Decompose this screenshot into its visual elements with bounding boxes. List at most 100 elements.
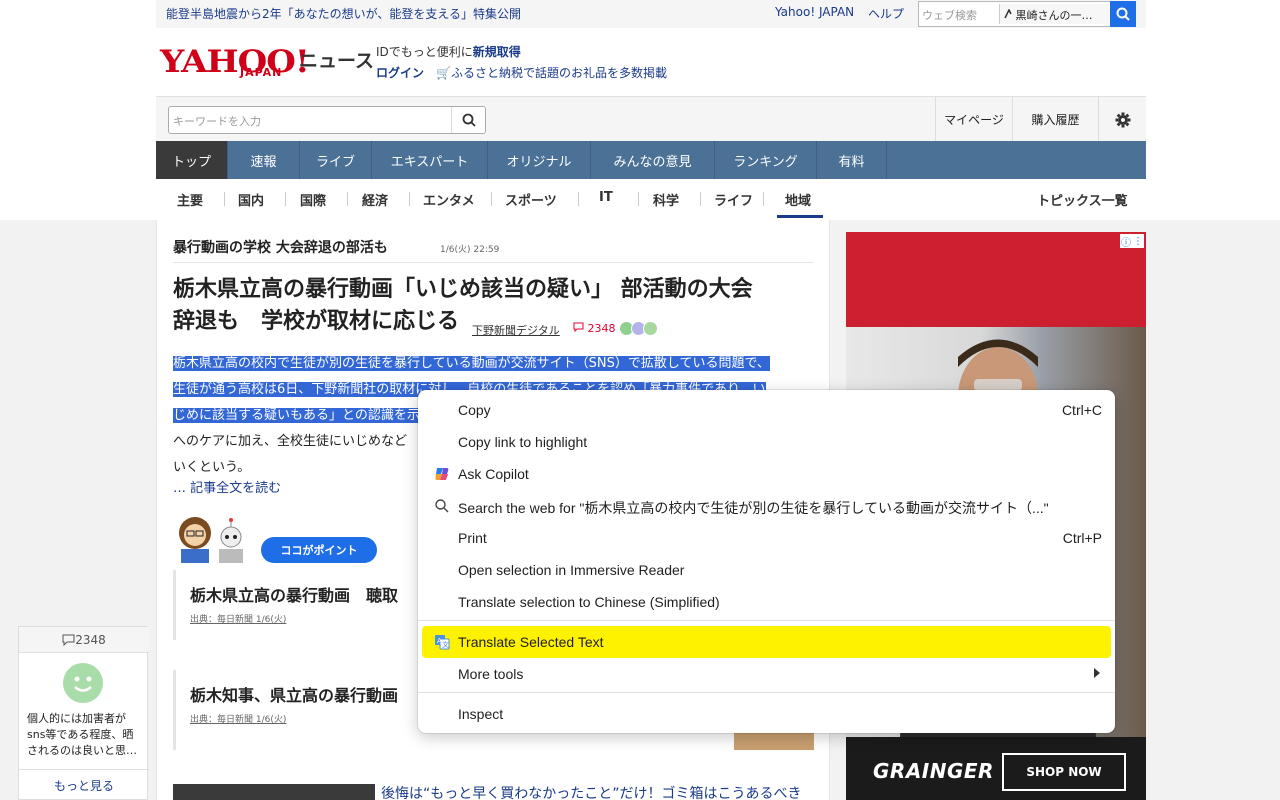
masthead: YAHOO! JAPAN ニュース IDでもっと便利に新規取得 ログイン 🛒ふる… bbox=[156, 28, 1146, 96]
ad-red-band bbox=[846, 232, 1146, 327]
gear-icon bbox=[1115, 112, 1130, 127]
cat-it[interactable]: IT bbox=[599, 190, 613, 205]
menu-item-translate-selected-text[interactable]: A文 Translate Selected Text bbox=[422, 626, 1111, 658]
menu-item-copy[interactable]: Copy Ctrl+C bbox=[422, 394, 1111, 426]
promo-article-link[interactable]: 後悔は“もっと早く買わなかったこと”だけ！ゴミ箱はこうあるべき bbox=[381, 783, 802, 800]
search-icon bbox=[462, 113, 476, 127]
web-search-button[interactable] bbox=[1110, 1, 1136, 27]
category-nav: 主要 国内 国際 経済 エンタメ スポーツ IT 科学 ライフ 地域 トピックス… bbox=[156, 179, 1146, 219]
menu-item-translate-chinese[interactable]: Translate selection to Chinese (Simplifi… bbox=[422, 586, 1111, 618]
selected-text-line: じめに該当する疑いもある」との認識を示 bbox=[173, 408, 420, 423]
gnav-original[interactable]: オリジナル bbox=[488, 141, 591, 179]
article-source[interactable]: 下野新聞デジタル bbox=[472, 322, 560, 338]
settings-button[interactable] bbox=[1098, 97, 1146, 142]
menu-item-print[interactable]: Print Ctrl+P bbox=[422, 522, 1111, 554]
comment-count[interactable]: 2348 bbox=[573, 322, 616, 335]
divider bbox=[700, 192, 701, 206]
cat-world[interactable]: 国際 bbox=[300, 190, 326, 209]
cat-main[interactable]: 主要 bbox=[177, 190, 203, 209]
menu-item-search-web[interactable]: Search the web for "栃木県立高の校内で生徒が別の生徒を暴行し… bbox=[422, 490, 1111, 522]
menu-item-label: Print bbox=[458, 530, 487, 546]
cat-economy[interactable]: 経済 bbox=[362, 190, 388, 209]
related-title: 栃木知事、県立高の暴行動画 bbox=[190, 686, 399, 705]
cat-entertainment[interactable]: エンタメ bbox=[423, 190, 475, 209]
cat-local[interactable]: 地域 bbox=[785, 190, 811, 209]
topic-title[interactable]: 暴行動画の学校 大会辞退の部活も bbox=[173, 237, 388, 257]
divider bbox=[491, 192, 492, 206]
divider bbox=[285, 192, 286, 206]
menu-item-label: Search the web for "栃木県立高の校内で生徒が別の生徒を暴行し… bbox=[458, 500, 1049, 516]
purchase-history-link[interactable]: 購入履歴 bbox=[1012, 97, 1098, 142]
comment-widget: 2348 個人的には加害者がsns等である程度、晒されるのは良いと思… もっと見… bbox=[18, 626, 149, 800]
happy-face-icon bbox=[643, 321, 658, 336]
trend-word[interactable]: 黒崎さんの一… bbox=[999, 4, 1109, 24]
menu-item-label: Translate Selected Text bbox=[458, 634, 604, 650]
menu-item-shortcut: Ctrl+C bbox=[1061, 402, 1102, 418]
trend-text: 黒崎さんの一… bbox=[1015, 9, 1093, 22]
register-link[interactable]: 新規取得 bbox=[473, 45, 521, 59]
menu-divider bbox=[418, 620, 1115, 621]
comment-icon bbox=[62, 634, 75, 646]
keyword-input[interactable]: キーワードを入力 bbox=[173, 113, 261, 129]
menu-item-label: More tools bbox=[458, 666, 524, 682]
yahoo-logo[interactable]: YAHOO! bbox=[160, 44, 310, 80]
gnav-paid[interactable]: 有料 bbox=[817, 141, 887, 179]
mypage-link[interactable]: マイページ bbox=[935, 97, 1012, 142]
menu-item-label: Ask Copilot bbox=[458, 466, 529, 482]
login-link[interactable]: ログイン bbox=[376, 64, 424, 81]
related-title: 栃木県立高の暴行動画 聴取 bbox=[190, 586, 399, 605]
gnav-expert[interactable]: エキスパート bbox=[372, 141, 488, 179]
active-category-indicator bbox=[777, 215, 823, 218]
keyword-search-button[interactable] bbox=[451, 107, 485, 133]
cat-domestic[interactable]: 国内 bbox=[238, 190, 264, 209]
furusato-link[interactable]: 🛒ふるさと納税で話題のお礼品を多数掲載 bbox=[436, 64, 667, 81]
gnav-ranking[interactable]: ランキング bbox=[715, 141, 817, 179]
menu-item-ask-copilot[interactable]: Ask Copilot bbox=[422, 458, 1111, 490]
menu-item-inspect[interactable]: Inspect bbox=[422, 698, 1111, 730]
menu-divider bbox=[418, 692, 1115, 693]
menu-item-copy-link-to-highlight[interactable]: Copy link to highlight bbox=[422, 426, 1111, 458]
trend-arrow-icon bbox=[1004, 8, 1012, 19]
menu-item-label: Inspect bbox=[458, 706, 504, 722]
gnav-live[interactable]: ライブ bbox=[300, 141, 372, 179]
related-article-card[interactable]: 栃木県立高の暴行動画 聴取 出典：毎日新聞 1/6(火) bbox=[173, 570, 417, 640]
divider bbox=[638, 192, 639, 206]
read-full-article-link[interactable]: … 記事全文を読む bbox=[173, 477, 281, 496]
promo-link[interactable]: 能登半島地震から2年「あなたの想いが、能登を支える」特集公開 bbox=[166, 5, 521, 22]
register-prompt: IDでもっと便利に新規取得 bbox=[376, 43, 521, 60]
yahoo-japan-link[interactable]: Yahoo! JAPAN bbox=[775, 5, 854, 19]
search-icon bbox=[1116, 7, 1130, 21]
gnav-breaking[interactable]: 速報 bbox=[228, 141, 300, 179]
web-search-box[interactable]: ウェブ検索 黒崎さんの一… bbox=[918, 1, 1136, 27]
topic-date: 1/6(火) 22:59 bbox=[440, 245, 500, 255]
cat-sports[interactable]: スポーツ bbox=[505, 190, 557, 209]
ad-menu-icon[interactable]: ⋮ bbox=[1133, 236, 1143, 247]
news-logo[interactable]: ニュース bbox=[299, 46, 374, 73]
web-search-input[interactable]: ウェブ検索 bbox=[922, 7, 998, 23]
smile-face-icon bbox=[63, 663, 103, 703]
menu-item-label: Copy bbox=[458, 402, 491, 418]
see-more-link[interactable]: もっと見る bbox=[19, 769, 149, 800]
related-article-card[interactable]: 栃木知事、県立高の暴行動画 出典：毎日新聞 1/6(火) bbox=[173, 670, 417, 750]
cat-life[interactable]: ライフ bbox=[714, 190, 753, 209]
comment-excerpt: 個人的には加害者がsns等である程度、晒されるのは良いと思… bbox=[27, 712, 137, 757]
ad-info-icon[interactable]: ⓘ ⋮ bbox=[1120, 234, 1144, 249]
ad-shop-now-button[interactable]: SHOP NOW bbox=[1002, 753, 1126, 791]
comment-icon bbox=[573, 322, 584, 333]
comment-count-value: 2348 bbox=[587, 322, 616, 335]
related-source: 出典：毎日新聞 1/6(火) bbox=[190, 715, 287, 725]
divider bbox=[578, 192, 579, 206]
help-link[interactable]: ヘルプ bbox=[868, 5, 904, 22]
keyword-search[interactable]: キーワードを入力 bbox=[168, 106, 486, 134]
menu-item-immersive-reader[interactable]: Open selection in Immersive Reader bbox=[422, 554, 1111, 586]
topics-list-link[interactable]: トピックス一覧 bbox=[1037, 190, 1128, 209]
gnav-opinions[interactable]: みんなの意見 bbox=[591, 141, 715, 179]
menu-item-label: Translate selection to Chinese (Simplifi… bbox=[458, 594, 720, 610]
cat-science[interactable]: 科学 bbox=[653, 190, 679, 209]
furusato-text: ふるさと納税で話題のお礼品を多数掲載 bbox=[450, 66, 667, 80]
comment-widget-count[interactable]: 2348 bbox=[19, 627, 149, 653]
divider bbox=[347, 192, 348, 206]
register-prefix: IDでもっと便利に bbox=[376, 45, 473, 59]
gnav-top[interactable]: トップ bbox=[156, 141, 228, 179]
menu-item-more-tools[interactable]: More tools bbox=[422, 658, 1111, 690]
